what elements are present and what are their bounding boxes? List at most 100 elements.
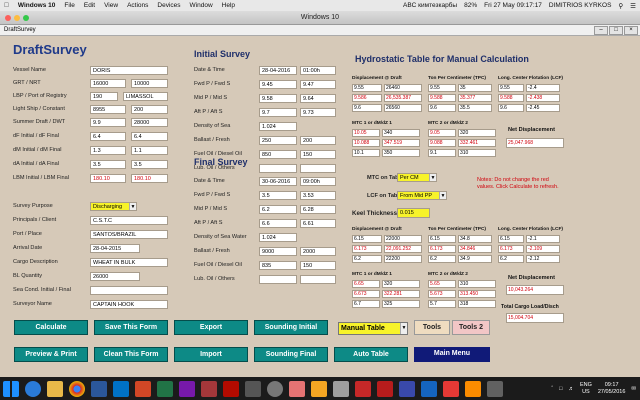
port-place-field[interactable]: SANTOS/BRAZIL — [90, 230, 168, 239]
init-mtc2-draft-1[interactable]: 9.05 — [428, 129, 456, 137]
init-tpc-draft-3[interactable]: 9.6 — [428, 104, 456, 112]
mac-app-name[interactable]: Windows 10 — [18, 2, 56, 9]
chevron-down-icon[interactable]: ▼ — [439, 192, 446, 199]
init-mid-p-field[interactable]: 9.58 — [259, 94, 297, 103]
init-lcf-draft-1[interactable]: 9.55 — [498, 84, 524, 92]
menu-devices[interactable]: Devices — [157, 2, 180, 9]
input-source[interactable]: ABC кимтезкарбы — [403, 2, 457, 10]
form-maximize-button[interactable]: □ — [609, 26, 623, 35]
fin-mtc1-draft-2[interactable]: 6.673 — [352, 290, 380, 298]
fin-mtc1-draft-3[interactable]: 6.7 — [352, 300, 380, 308]
outlook-icon[interactable] — [113, 380, 129, 397]
init-disp-draft-1[interactable]: 9.55 — [352, 84, 382, 92]
store-icon[interactable] — [245, 380, 261, 397]
fin-density-field[interactable]: 1.024 — [259, 233, 297, 242]
fin-tpc-value-1[interactable]: 34.8 — [458, 235, 492, 243]
fin-mtc2-value-2[interactable]: 313.450 — [458, 290, 496, 298]
volume-icon[interactable]: ♬ — [568, 386, 574, 392]
init-aft-p-field[interactable]: 9.7 — [259, 108, 297, 117]
arrival-date-field[interactable]: 28-04-2015 — [90, 244, 140, 253]
menu-window[interactable]: Window — [190, 2, 213, 9]
save-form-button[interactable]: Save This Form — [94, 320, 168, 335]
language-indicator[interactable]: ENG US — [580, 382, 592, 396]
zoom-button[interactable] — [23, 15, 29, 21]
fin-disp-draft-3[interactable]: 6.2 — [352, 255, 382, 263]
chevron-down-icon[interactable]: ▼ — [429, 174, 436, 181]
fin-mtc1-value-1[interactable]: 320 — [382, 280, 420, 288]
app-icon[interactable] — [289, 380, 305, 397]
tools-button[interactable]: Tools — [414, 320, 450, 335]
manual-table-select[interactable]: Manual Table ▼ — [338, 322, 408, 335]
fin-disp-draft-1[interactable]: 6.15 — [352, 235, 382, 243]
fin-aft-s-field[interactable]: 6.61 — [300, 219, 336, 228]
init-mtc2-value-3[interactable]: 310 — [458, 149, 496, 157]
init-mtc1-value-2[interactable]: 347.519 — [382, 139, 420, 147]
mac-clock[interactable]: Fri 27 May 09:17:17 — [484, 2, 542, 10]
mac-user[interactable]: DIMITRIOS KYRKOS — [549, 2, 611, 10]
init-density-field[interactable]: 1.024 — [259, 122, 297, 131]
chrome-icon[interactable] — [69, 380, 85, 397]
menu-edit[interactable]: Edit — [84, 2, 95, 9]
app8-icon[interactable] — [443, 380, 459, 397]
fin-others-field[interactable] — [300, 275, 336, 284]
sounding-final-button[interactable]: Sounding Final — [254, 347, 328, 362]
init-disp-draft-3[interactable]: 9.6 — [352, 104, 382, 112]
init-fresh-field[interactable]: 200 — [300, 136, 336, 145]
fin-tpc-draft-2[interactable]: 6.173 — [428, 245, 456, 253]
init-tpc-value-3[interactable]: 35.5 — [458, 104, 492, 112]
lcf-on-table-select[interactable]: From Mid PP ▼ — [397, 191, 447, 200]
fin-mtc1-value-2[interactable]: 322.281 — [382, 290, 420, 298]
init-mtc1-value-3[interactable]: 350 — [382, 149, 420, 157]
init-mtc2-draft-2[interactable]: 9.088 — [428, 139, 456, 147]
fin-lcf-draft-3[interactable]: 6.2 — [498, 255, 524, 263]
fin-lub-oil-field[interactable] — [259, 275, 297, 284]
init-mtc2-value-1[interactable]: 320 — [458, 129, 496, 137]
init-tpc-draft-2[interactable]: 9.588 — [428, 94, 456, 102]
init-diesel-oil-field[interactable]: 150 — [300, 150, 336, 159]
battery-percent[interactable]: 82% — [464, 2, 477, 10]
dm-initial-field[interactable]: 1.3 — [90, 146, 126, 155]
principals-field[interactable]: C.S.T.C — [90, 216, 168, 225]
fin-mtc2-draft-3[interactable]: 5.7 — [428, 300, 456, 308]
app6-icon[interactable] — [399, 380, 415, 397]
init-lcf-draft-2[interactable]: 9.588 — [498, 94, 524, 102]
init-tpc-value-2[interactable]: 35.377 — [458, 94, 492, 102]
fin-mtc2-draft-1[interactable]: 5.65 — [428, 280, 456, 288]
app10-icon[interactable] — [487, 380, 503, 397]
app2-icon[interactable] — [311, 380, 327, 397]
lbm-final-field[interactable]: 180.10 — [131, 174, 168, 183]
sea-cond-field[interactable] — [90, 286, 168, 295]
fin-mtc1-draft-1[interactable]: 6.65 — [352, 280, 380, 288]
init-lcf-value-1[interactable]: -2.4 — [526, 84, 560, 92]
preview-print-button[interactable]: Preview & Print — [14, 347, 88, 362]
chevron-up-icon[interactable]: ˆ — [551, 386, 553, 392]
excel-icon[interactable] — [157, 380, 173, 397]
init-lcf-value-3[interactable]: -2.45 — [526, 104, 560, 112]
fin-lcf-value-2[interactable]: -2.109 — [526, 245, 560, 253]
df-final-field[interactable]: 6.4 — [131, 132, 168, 141]
surveyor-name-field[interactable]: CAPTAIN HOOK — [90, 300, 168, 309]
nrt-field[interactable]: 10000 — [131, 79, 168, 88]
init-disp-draft-2[interactable]: 9.586 — [352, 94, 382, 102]
port-registry-field[interactable]: LIMASSOL — [123, 92, 168, 101]
fin-tpc-draft-3[interactable]: 6.2 — [428, 255, 456, 263]
keel-thickness-field[interactable]: 0.015 — [397, 208, 430, 218]
summer-draft-field[interactable]: 9.9 — [90, 118, 126, 127]
access-icon[interactable] — [201, 380, 217, 397]
fin-mtc2-value-1[interactable]: 310 — [458, 280, 496, 288]
init-tpc-value-1[interactable]: 35 — [458, 84, 492, 92]
fin-fwd-p-field[interactable]: 3.5 — [259, 191, 297, 200]
minimize-button[interactable] — [14, 15, 20, 21]
fin-mid-p-field[interactable]: 6.2 — [259, 205, 297, 214]
da-final-field[interactable]: 3.5 — [131, 160, 168, 169]
init-disp-value-2[interactable]: 26,535.387 — [384, 94, 422, 102]
folder-icon[interactable] — [47, 380, 63, 397]
chevron-down-icon[interactable]: ▼ — [400, 323, 407, 334]
apple-icon[interactable]:  — [4, 2, 9, 9]
init-tpc-draft-1[interactable]: 9.55 — [428, 84, 456, 92]
init-others-field[interactable] — [300, 164, 336, 173]
fin-date-field[interactable]: 30-06-2016 — [259, 177, 297, 186]
constant-field[interactable]: 200 — [131, 105, 168, 114]
settings-icon[interactable] — [267, 380, 283, 397]
fin-time-field[interactable]: 09:00h — [300, 177, 336, 186]
